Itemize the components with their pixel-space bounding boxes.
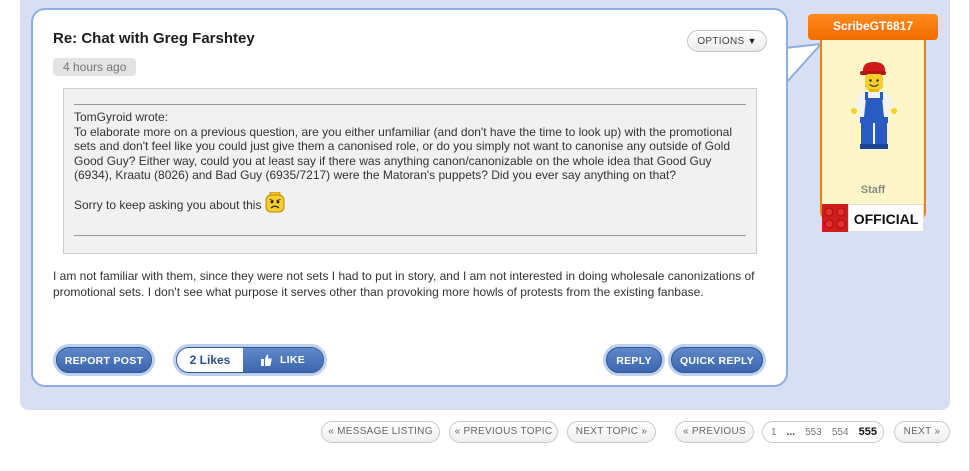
official-badge: OFFICIAL	[822, 204, 924, 232]
quick-reply-group: QUICK REPLY	[668, 344, 766, 376]
likes-count[interactable]: 2 Likes	[177, 348, 243, 372]
quote-bottom-rule	[74, 235, 746, 236]
post-timestamp: 4 hours ago	[53, 58, 137, 76]
likes-group: 2 Likes LIKE	[173, 344, 327, 376]
official-badge-label: OFFICIAL	[848, 204, 924, 232]
author-username[interactable]: ScribeGT6817	[808, 14, 938, 40]
like-label: LIKE	[279, 354, 306, 366]
author-role: Staff	[860, 184, 886, 196]
page-link-553[interactable]: 553	[805, 427, 822, 438]
avatar-frame: Staff OFFICIAL	[820, 36, 926, 232]
report-post-button[interactable]: REPORT POST	[56, 347, 152, 373]
pagination: 1 ... 553 554 555	[762, 421, 884, 443]
author-card: Staff OFFICIAL ScribeGT6817	[808, 14, 938, 232]
post-title: Re: Chat with Greg Farshtey	[53, 30, 255, 47]
minifigure-avatar-icon[interactable]	[846, 62, 902, 150]
quote-block: TomGyroid wrote: To elaborate more on a …	[63, 88, 757, 254]
quick-reply-button[interactable]: QUICK REPLY	[671, 347, 763, 373]
quote-closing: Sorry to keep asking you about this	[74, 198, 262, 213]
page-link-554[interactable]: 554	[832, 427, 849, 438]
caret-down-icon: ▼	[747, 36, 757, 46]
previous-page-button[interactable]: « PREVIOUS	[675, 421, 754, 443]
quote-closing-line: Sorry to keep asking you about this	[74, 191, 746, 217]
reply-button[interactable]: REPLY	[606, 347, 662, 373]
next-topic-button[interactable]: NEXT TOPIC »	[567, 421, 656, 443]
options-button[interactable]: OPTIONS ▼	[687, 30, 767, 52]
post-card: Re: Chat with Greg Farshtey 4 hours ago …	[31, 8, 788, 387]
likes-control: 2 Likes LIKE	[176, 347, 324, 373]
quote-text: TomGyroid wrote: To elaborate more on a …	[74, 110, 746, 217]
report-post-group: REPORT POST	[53, 344, 155, 376]
thumbs-up-icon	[260, 354, 272, 366]
page-current: 555	[858, 426, 877, 438]
sad-face-icon	[265, 191, 285, 212]
quote-top-rule	[74, 104, 746, 105]
reply-body: I am not familiar with them, since they …	[53, 269, 755, 299]
like-button[interactable]: LIKE	[243, 348, 323, 372]
reply-group: REPLY	[603, 344, 665, 376]
quote-body: To elaborate more on a previous question…	[74, 124, 733, 183]
lego-brick-icon	[822, 204, 848, 232]
page-link-1[interactable]: 1	[771, 427, 777, 438]
previous-topic-button[interactable]: « PREVIOUS TOPIC	[449, 421, 558, 443]
next-page-button[interactable]: NEXT »	[894, 421, 950, 443]
quote-author: TomGyroid wrote:	[74, 110, 169, 124]
message-listing-button[interactable]: « MESSAGE LISTING	[321, 421, 440, 443]
page-ellipsis: ...	[786, 426, 795, 438]
options-label: OPTIONS	[697, 36, 745, 47]
